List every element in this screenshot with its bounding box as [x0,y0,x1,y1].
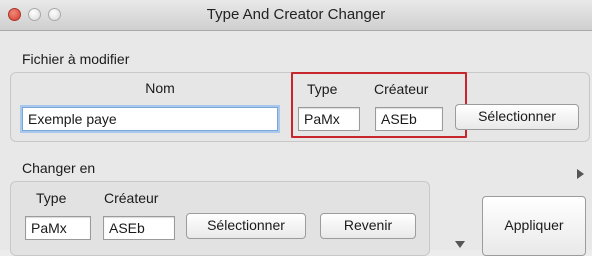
change-type-label: Type [36,190,67,206]
change-creator-label: Créateur [104,190,159,206]
file-group-heading: Fichier à modifier [22,51,130,67]
change-group-heading: Changer en [22,160,96,176]
main-window: Type And Creator Changer Fichier à modif… [0,0,592,256]
file-name-field[interactable]: Exemple paye [22,107,278,131]
name-column-label: Nom [145,80,175,96]
window-title: Type And Creator Changer [206,6,386,23]
change-creator-field[interactable]: ASEb [103,216,175,240]
apply-button[interactable]: Appliquer [482,196,586,256]
type-creator-highlight-box [291,72,467,138]
change-select-button[interactable]: Sélectionner [186,213,306,239]
triangle-down-icon[interactable] [455,241,465,248]
change-type-field[interactable]: PaMx [25,216,91,240]
triangle-right-icon[interactable] [577,169,584,179]
file-select-button[interactable]: Sélectionner [455,104,579,130]
revert-button[interactable]: Revenir [320,213,416,239]
title-bar[interactable]: Type And Creator Changer [0,0,592,31]
